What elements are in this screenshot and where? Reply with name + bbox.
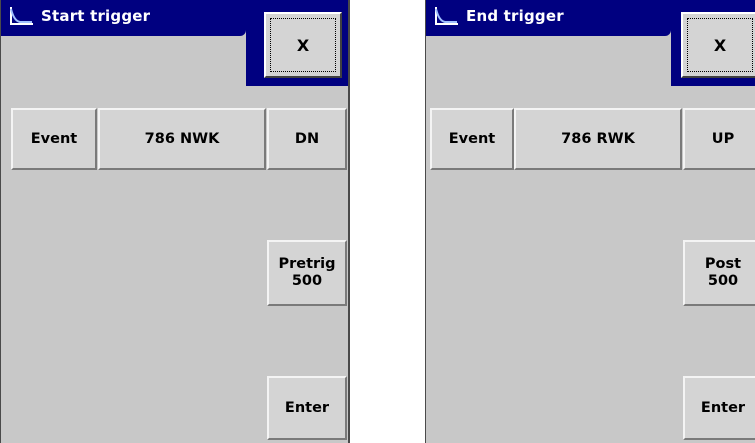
close-button[interactable]: X xyxy=(264,12,342,78)
enter-button[interactable]: Enter xyxy=(267,376,347,440)
dialog-title: End trigger xyxy=(466,7,564,25)
end-trigger-dialog: End trigger X Event 786 RWK UP Post 500 … xyxy=(425,0,755,443)
trigger-curve-icon xyxy=(1,0,41,32)
channel-button[interactable]: 786 RWK xyxy=(514,108,682,170)
title-bar: Start trigger xyxy=(1,0,246,36)
trigger-curve-icon xyxy=(426,0,466,32)
direction-button[interactable]: UP xyxy=(683,108,755,170)
start-trigger-dialog: Start trigger X Event 786 NWK DN Pretrig… xyxy=(0,0,350,443)
event-button[interactable]: Event xyxy=(430,108,514,170)
event-button[interactable]: Event xyxy=(11,108,97,170)
pretrig-button[interactable]: Pretrig 500 xyxy=(267,240,347,306)
post-button[interactable]: Post 500 xyxy=(683,240,755,306)
dialog-title: Start trigger xyxy=(41,7,151,25)
channel-button[interactable]: 786 NWK xyxy=(98,108,266,170)
direction-button[interactable]: DN xyxy=(267,108,347,170)
enter-button[interactable]: Enter xyxy=(683,376,755,440)
title-bar: End trigger xyxy=(426,0,671,36)
close-button[interactable]: X xyxy=(681,12,755,78)
